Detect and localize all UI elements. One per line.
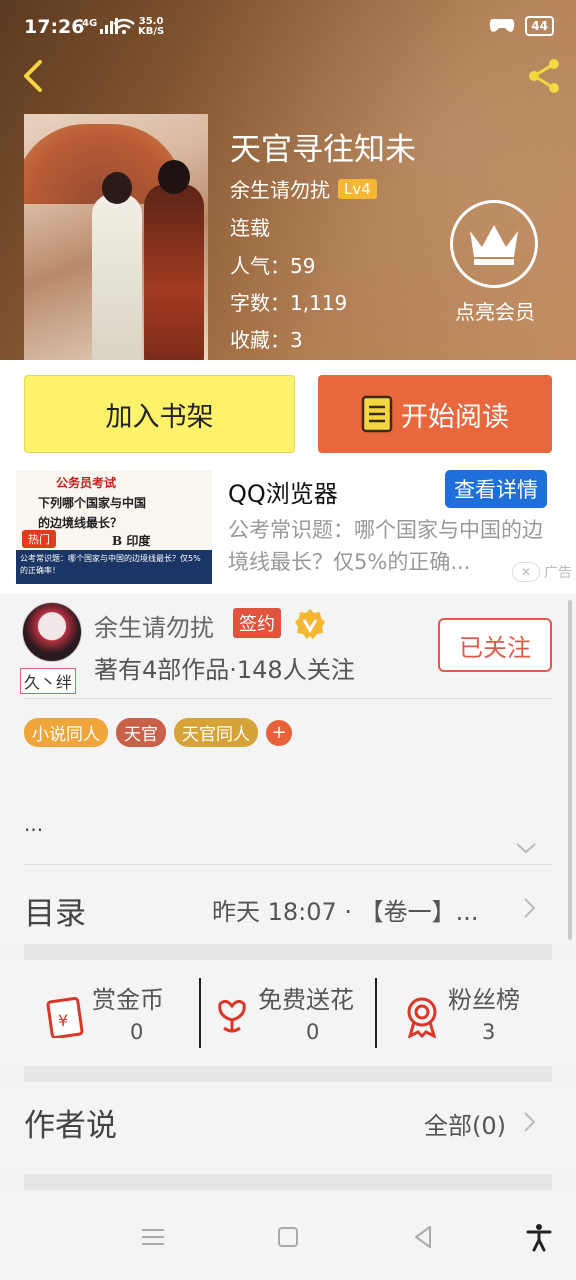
ad-details-button[interactable]: 查看详情 [445,470,547,508]
ad-title: QQ浏览器 [228,480,338,508]
section-separator [24,944,552,960]
tag-item[interactable]: 小说同人 [24,718,108,747]
ad-tag: ✕ 广告 [512,562,572,582]
toc-label[interactable]: 目录 [24,888,86,933]
author-avatar[interactable] [22,602,82,662]
follow-button[interactable]: 已关注 [438,618,552,672]
author-notes-section[interactable]: 作者说 全部(0) [0,1082,576,1174]
ad-banner[interactable]: 公务员考试 下列哪个国家与中国 的边境线最长？ 热门 B 印度 公考常识题：哪个… [0,470,576,594]
add-to-shelf-button[interactable]: 加入书架 [24,375,295,453]
chevron-right-icon[interactable] [520,896,538,920]
scrollbar[interactable] [568,600,572,940]
crown-icon [450,200,538,288]
author-notes-all[interactable]: 全部(0) [424,1106,506,1141]
verified-icon [295,609,325,639]
action-bar: 加入书架 开始阅读 [0,360,576,470]
back-arrow-icon[interactable] [14,56,54,96]
home-icon[interactable] [273,1222,303,1252]
accessibility-icon[interactable] [524,1222,554,1252]
signed-badge: 签约 [233,608,281,638]
medal-icon [407,997,437,1038]
vip-button[interactable]: 点亮会员 [450,200,540,325]
rewards-row: ¥ 赏金币 0 免费送花 0 粉丝榜 3 [0,960,576,1066]
chevron-down-icon[interactable] [514,840,538,856]
battery-indicator: 44 [525,16,554,36]
status-bar: 17:26 4G 35.0 KB/S 44 [0,0,576,56]
divider [199,978,201,1048]
section-separator [24,1066,552,1082]
book-status: 连载 [230,216,270,240]
tag-item[interactable]: 天官同人 [174,718,258,747]
divider [24,698,552,699]
author-stats: 著有4部作品·148人关注 [94,656,355,684]
book-popularity: 人气：59 [230,254,316,278]
author-section: 久丶绊 余生请勿扰 签约 著有4部作品·148人关注 已关注 小说同人 天官 天… [0,594,576,944]
fans-rank-button[interactable]: 粉丝榜 3 [400,980,570,1050]
wifi-icon [113,18,135,34]
game-icon [490,19,515,32]
book-intro[interactable]: ... [24,812,43,836]
hot-badge: 热门 [22,530,56,548]
author-name[interactable]: 余生请勿扰 [94,608,214,643]
author-level-badge: Lv4 [338,178,377,199]
divider [375,978,377,1048]
ad-close-icon[interactable]: ✕ [512,562,540,582]
vip-label: 点亮会员 [455,300,535,324]
ad-description: 公考常识题：哪个国家与中国的边境线最长？仅5%的正确... [228,518,543,574]
tag-item[interactable]: 天官 [116,718,166,747]
author-notes-label: 作者说 [24,1108,117,1144]
avatar-signature: 久丶绊 [20,668,77,694]
book-author[interactable]: 余生请勿扰 [230,174,330,203]
tag-list: 小说同人 天官 天官同人 + [24,718,292,747]
share-icon[interactable] [524,56,564,96]
flower-icon [218,999,246,1033]
toc-latest-chapter[interactable]: 昨天 18:07 · 【卷一】... [212,892,502,927]
system-nav-bar [0,1192,576,1280]
back-icon[interactable] [408,1222,438,1252]
send-flower-button[interactable]: 免费送花 0 [210,980,380,1050]
menu-icon[interactable] [138,1222,168,1252]
section-separator [24,1174,552,1190]
book-title: 天官寻往知未 [230,132,416,168]
book-word-count: 字数：1,119 [230,291,348,315]
book-author-line: 余生请勿扰 Lv4 [230,174,377,203]
red-envelope-icon: ¥ [46,996,84,1038]
network-indicator: 4G [82,18,98,29]
ad-image[interactable]: 公务员考试 下列哪个国家与中国 的边境线最长？ 热门 B 印度 公考常识题：哪个… [16,470,212,584]
start-reading-label: 开始阅读 [401,401,509,433]
divider [24,864,552,865]
chevron-right-icon[interactable] [520,1110,538,1134]
network-speed: 35.0 KB/S [138,16,165,37]
reward-coin-button[interactable]: ¥ 赏金币 0 [44,980,214,1050]
book-favorites: 收藏：3 [230,328,303,352]
book-cover[interactable] [24,114,208,360]
book-icon [361,395,393,433]
status-time: 17:26 [24,16,85,38]
add-tag-icon[interactable]: + [266,719,292,746]
svg-text:¥: ¥ [58,1011,68,1030]
start-reading-button[interactable]: 开始阅读 [318,375,552,453]
